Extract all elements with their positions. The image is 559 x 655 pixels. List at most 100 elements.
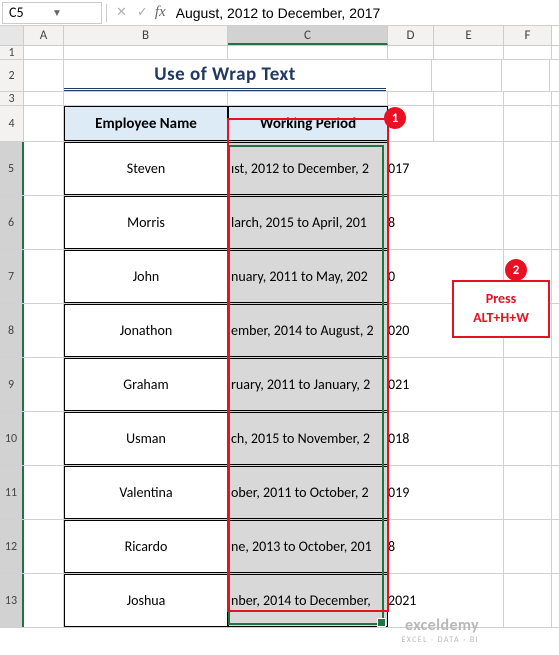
cell[interactable] — [64, 92, 228, 105]
confirm-icon[interactable]: ✓ — [132, 5, 153, 20]
cell[interactable] — [434, 92, 504, 105]
cell[interactable] — [504, 196, 552, 249]
cell[interactable] — [24, 412, 64, 465]
cell-overflow[interactable]: 8 — [388, 196, 434, 249]
cell[interactable] — [434, 358, 504, 411]
col-header-f[interactable]: F — [504, 26, 552, 45]
row-header[interactable]: 9 — [0, 358, 24, 411]
cell[interactable] — [504, 466, 552, 519]
cell-overflow[interactable]: 019 — [388, 466, 434, 519]
cell-working-period[interactable]: ch, 2015 to November, 2 — [228, 412, 388, 465]
cell-working-period[interactable]: ember, 2014 to August, 2 — [228, 304, 388, 357]
fx-icon[interactable]: fx — [153, 4, 172, 21]
cell[interactable] — [228, 46, 388, 59]
cell[interactable] — [24, 466, 64, 519]
cell[interactable] — [388, 92, 434, 105]
cell-working-period[interactable]: ıst, 2012 to December, 2 — [228, 142, 388, 195]
cell[interactable] — [502, 60, 550, 91]
cell[interactable] — [24, 142, 64, 195]
cell-working-period[interactable]: ruary, 2011 to January, 2 — [228, 358, 388, 411]
cell-overflow[interactable]: 021 — [388, 358, 434, 411]
cell-working-period[interactable]: nuary, 2011 to May, 202 — [228, 250, 388, 303]
col-header-b[interactable]: B — [64, 26, 228, 45]
cell-working-period[interactable]: nber, 2014 to December, — [228, 574, 388, 627]
cell-overflow[interactable]: 017 — [388, 142, 434, 195]
cell[interactable] — [504, 46, 552, 59]
cell[interactable] — [434, 46, 504, 59]
row-header[interactable]: 5 — [0, 142, 24, 195]
cell-overflow[interactable]: 0 — [388, 250, 434, 303]
name-box[interactable]: C5 ▼ — [2, 2, 102, 24]
cell[interactable] — [504, 520, 552, 573]
cell[interactable] — [434, 412, 504, 465]
row-header[interactable]: 11 — [0, 466, 24, 519]
row-header[interactable]: 8 — [0, 304, 24, 357]
row-header[interactable]: 7 — [0, 250, 24, 303]
cell-employee-name[interactable]: John — [64, 250, 228, 303]
cell[interactable] — [24, 46, 64, 59]
cell[interactable] — [504, 412, 552, 465]
table-row: 12 Ricardone, 2013 to October, 2018 — [0, 520, 559, 574]
title-cell[interactable]: Use of Wrap Text — [64, 60, 386, 91]
row-header[interactable]: 13 — [0, 574, 24, 627]
cell-employee-name[interactable]: Joshua — [64, 574, 228, 627]
cell[interactable] — [504, 92, 552, 105]
cell[interactable] — [432, 60, 502, 91]
cell[interactable] — [24, 250, 64, 303]
row-header[interactable]: 2 — [0, 60, 24, 91]
select-all-corner[interactable] — [0, 26, 24, 45]
cell[interactable] — [434, 106, 504, 141]
cell[interactable] — [24, 196, 64, 249]
cell-employee-name[interactable]: Steven — [64, 142, 228, 195]
row-header[interactable]: 12 — [0, 520, 24, 573]
cell[interactable] — [24, 106, 64, 141]
cell[interactable] — [504, 358, 552, 411]
formula-bar-input[interactable] — [172, 2, 559, 24]
cell-employee-name[interactable]: Jonathon — [64, 304, 228, 357]
cell-employee-name[interactable]: Graham — [64, 358, 228, 411]
row-header[interactable]: 10 — [0, 412, 24, 465]
cell-employee-name[interactable]: Morris — [64, 196, 228, 249]
row-header[interactable]: 6 — [0, 196, 24, 249]
cell-working-period[interactable]: larch, 2015 to April, 201 — [228, 196, 388, 249]
cell[interactable] — [504, 574, 552, 627]
cell[interactable] — [434, 520, 504, 573]
cell-overflow[interactable]: 8 — [388, 520, 434, 573]
cell-employee-name[interactable]: Ricardo — [64, 520, 228, 573]
col-header-a[interactable]: A — [24, 26, 64, 45]
row-header[interactable]: 1 — [0, 46, 24, 59]
cell-working-period[interactable]: ne, 2013 to October, 201 — [228, 520, 388, 573]
cell-employee-name[interactable]: Usman — [64, 412, 228, 465]
cell[interactable] — [228, 92, 388, 105]
cell[interactable] — [24, 60, 64, 91]
table-row: 5 Stevenıst, 2012 to December, 2017 — [0, 142, 559, 196]
chevron-down-icon[interactable]: ▼ — [52, 6, 95, 19]
cell[interactable] — [504, 142, 552, 195]
table-header-period[interactable]: Working Period — [228, 106, 388, 141]
cancel-icon[interactable]: ✕ — [111, 5, 132, 20]
row-header[interactable]: 3 — [0, 92, 24, 105]
cell[interactable] — [434, 466, 504, 519]
cell[interactable] — [386, 60, 432, 91]
cell[interactable] — [64, 46, 228, 59]
cell[interactable] — [24, 358, 64, 411]
col-header-d[interactable]: D — [388, 26, 434, 45]
cell[interactable] — [504, 106, 552, 141]
table-header-name[interactable]: Employee Name — [64, 106, 228, 141]
cell-overflow[interactable]: 020 — [388, 304, 434, 357]
cell[interactable] — [434, 196, 504, 249]
cell-overflow[interactable]: 018 — [388, 412, 434, 465]
row-header[interactable]: 4 — [0, 106, 24, 141]
cell[interactable] — [24, 92, 64, 105]
cell[interactable] — [24, 304, 64, 357]
cell-employee-name[interactable]: Valentina — [64, 466, 228, 519]
col-header-e[interactable]: E — [434, 26, 504, 45]
cell[interactable] — [24, 520, 64, 573]
cell-working-period[interactable]: ober, 2011 to October, 2 — [228, 466, 388, 519]
cell[interactable] — [388, 46, 434, 59]
cell[interactable] — [24, 574, 64, 627]
name-box-value: C5 — [9, 4, 52, 21]
cell[interactable] — [434, 142, 504, 195]
col-header-c[interactable]: C — [228, 26, 388, 45]
annotation-badge-2: 2 — [505, 259, 527, 281]
